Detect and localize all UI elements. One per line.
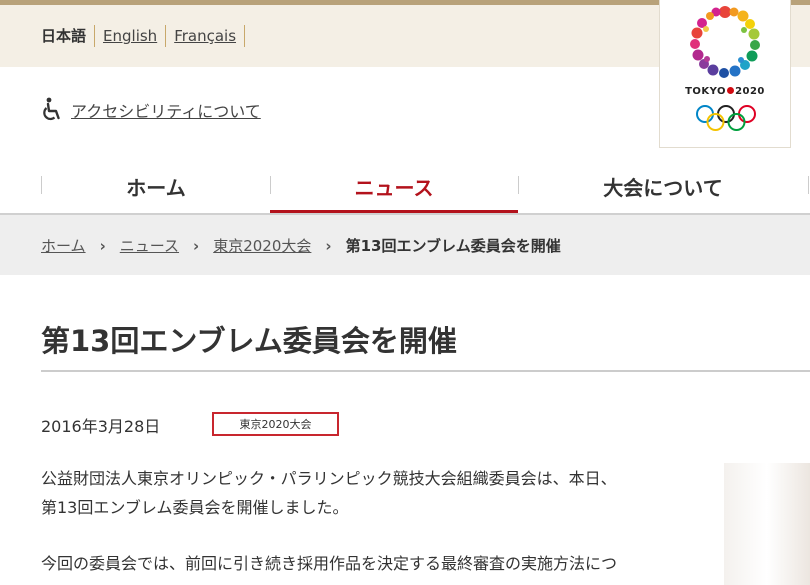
nav-item-home[interactable]: ホーム: [41, 160, 271, 213]
red-dot-icon: [727, 87, 735, 94]
breadcrumb-bar: ホーム › ニュース › 東京2020大会 › 第13回エンブレム委員会を開催: [0, 213, 810, 275]
paragraph-line: 第13回エンブレム委員会を開催しました。: [41, 498, 349, 517]
article-paragraph: 公益財団法人東京オリンピック・パラリンピック競技大会組織委員会は、本日、 第13…: [41, 464, 691, 522]
breadcrumb: ホーム › ニュース › 東京2020大会 › 第13回エンブレム委員会を開催: [41, 235, 561, 256]
emblem-flower-icon: [690, 6, 760, 78]
breadcrumb-tokyo2020[interactable]: 東京2020大会: [213, 235, 311, 256]
breadcrumb-home[interactable]: ホーム: [41, 235, 86, 256]
nav-separator: [808, 176, 809, 194]
article-paragraph: 今回の委員会では、前回に引き続き採用作品を決定する最終審査の実施方法につ: [41, 549, 691, 578]
wheelchair-icon: [43, 97, 60, 121]
accessibility-row: アクセシビリティについて: [41, 97, 261, 123]
paragraph-line: 今回の委員会では、前回に引き続き採用作品を決定する最終審査の実施方法につ: [41, 554, 618, 573]
title-divider: [41, 370, 810, 372]
logo-text-2020: 2020: [735, 86, 765, 97]
lang-english[interactable]: English: [95, 25, 167, 47]
side-image: [724, 463, 810, 585]
olympic-rings-icon: [696, 105, 756, 131]
logo-wordmark: TOKYO 2020: [660, 86, 790, 97]
tokyo-2020-logo[interactable]: TOKYO 2020: [659, 0, 791, 148]
nav-item-about[interactable]: 大会について: [518, 160, 808, 213]
category-tag[interactable]: 東京2020大会: [212, 412, 339, 436]
language-switcher: 日本語 English Français: [41, 25, 246, 47]
nav-item-news[interactable]: ニュース: [270, 160, 518, 213]
chevron-right-icon: ›: [99, 236, 106, 255]
chevron-right-icon: ›: [325, 236, 332, 255]
lang-french[interactable]: Français: [166, 25, 246, 47]
main-nav: ホーム ニュース 大会について: [0, 160, 810, 213]
accessibility-link[interactable]: アクセシビリティについて: [71, 98, 261, 122]
lang-japanese[interactable]: 日本語: [41, 25, 96, 47]
chevron-right-icon: ›: [193, 236, 200, 255]
page-title: 第13回エンブレム委員会を開催: [41, 324, 457, 358]
breadcrumb-news[interactable]: ニュース: [120, 235, 179, 256]
paragraph-line: 公益財団法人東京オリンピック・パラリンピック競技大会組織委員会は、本日、: [41, 469, 617, 488]
logo-text-tokyo: TOKYO: [685, 86, 727, 97]
breadcrumb-current: 第13回エンブレム委員会を開催: [345, 237, 561, 255]
article-date: 2016年3月28日: [41, 417, 161, 436]
